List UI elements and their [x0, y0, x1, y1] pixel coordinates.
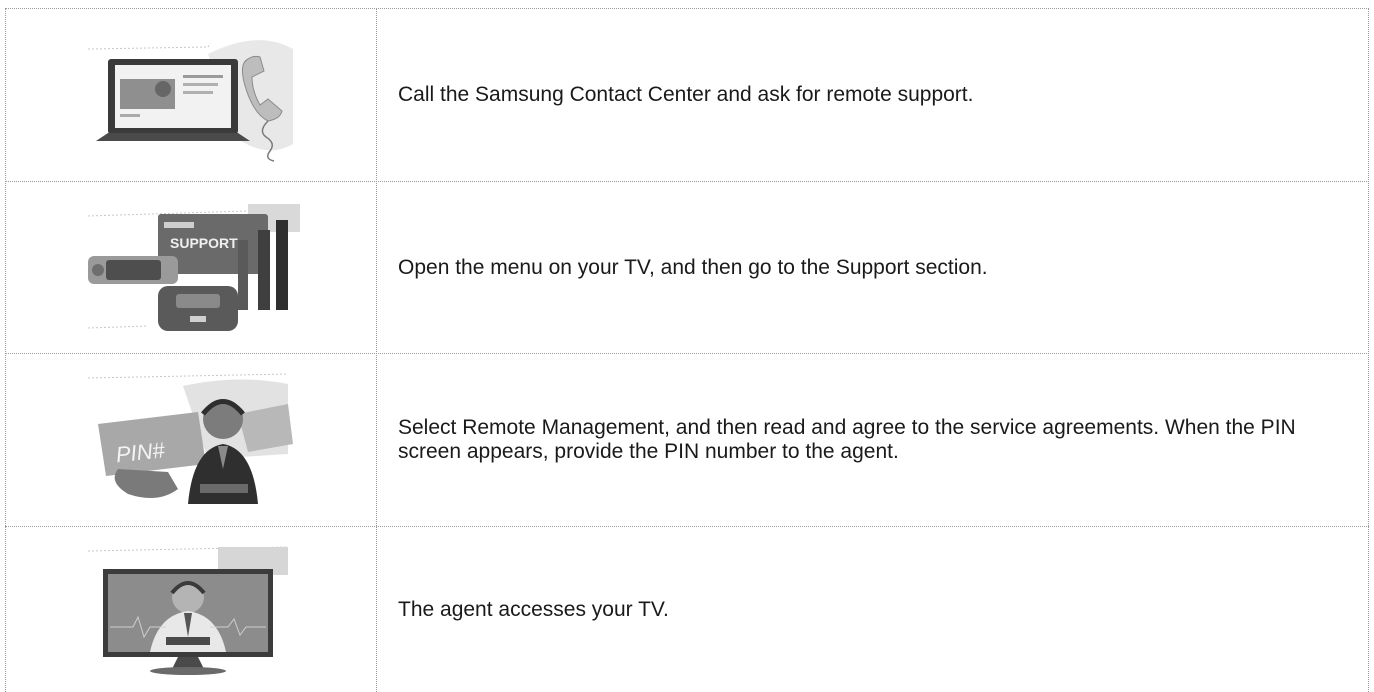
pin-label: PIN#	[115, 437, 167, 467]
laptop-phone-icon	[88, 40, 293, 162]
pin-agent-illustration: PIN#	[6, 354, 376, 526]
step-2-text: Open the menu on your TV, and then go to…	[398, 182, 1349, 353]
support-menu-label: SUPPORT	[170, 235, 238, 251]
tv-menu-support-illustration: SUPPORT	[6, 182, 376, 353]
tv-menu-icon: SUPPORT	[88, 204, 300, 331]
step-row-1: Call the Samsung Contact Center and ask …	[6, 9, 1369, 181]
step-2-description: Open the menu on your TV, and then go to…	[398, 255, 988, 279]
agent-on-tv-illustration	[6, 527, 376, 692]
pin-agent-icon: PIN#	[88, 373, 293, 504]
step-3-description: Select Remote Management, and then read …	[398, 416, 1296, 463]
step-row-2: SUPPORT Open the menu on your TV, and th…	[6, 182, 1369, 353]
step-4-description: The agent accesses your TV.	[398, 597, 669, 621]
step-4-text: The agent accesses your TV.	[398, 527, 1349, 692]
step-1-description: Call the Samsung Contact Center and ask …	[398, 83, 974, 106]
agent-tv-icon	[88, 546, 289, 675]
step-3-text: Select Remote Management, and then read …	[398, 354, 1349, 526]
step-row-3: PIN# Select Remote Management, and then …	[6, 354, 1369, 526]
laptop-and-phone-illustration	[6, 9, 376, 181]
remote-support-steps-table: Call the Samsung Contact Center and ask …	[0, 0, 1374, 692]
step-row-4: The agent accesses your TV.	[6, 527, 1369, 692]
step-1-text: Call the Samsung Contact Center and ask …	[398, 9, 1349, 181]
